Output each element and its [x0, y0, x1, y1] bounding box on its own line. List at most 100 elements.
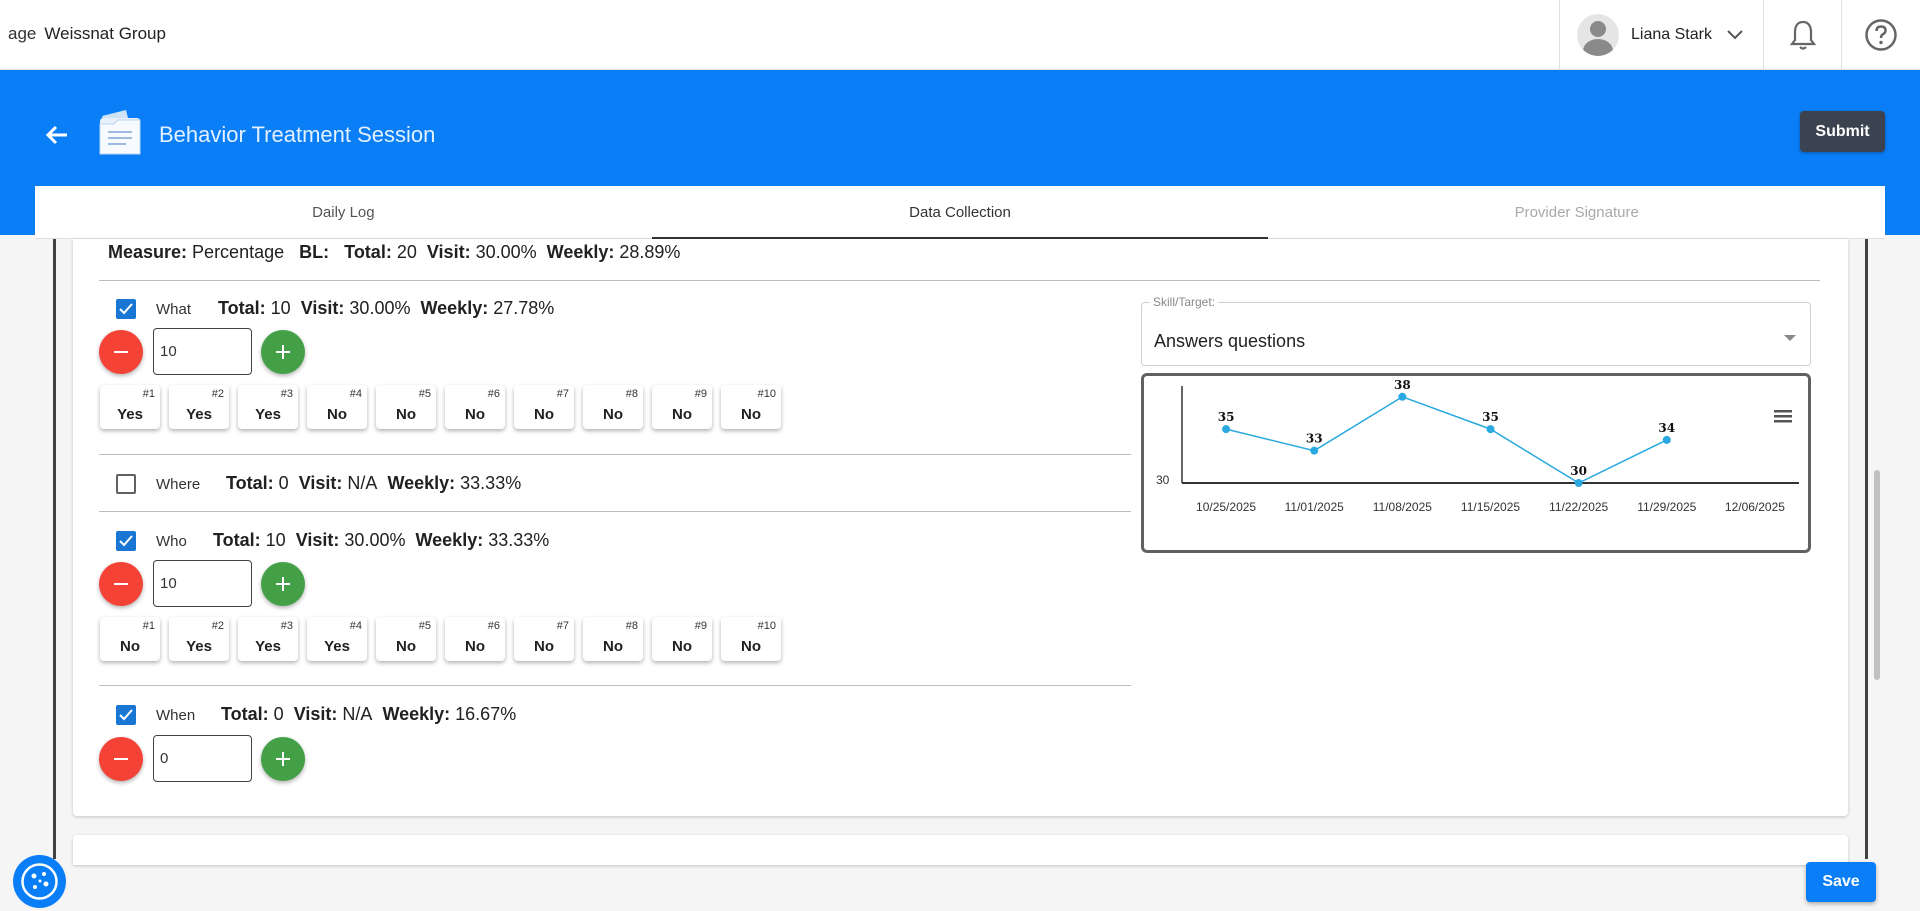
data-point: [1310, 446, 1319, 455]
count-input-who[interactable]: [153, 560, 252, 607]
x-tick-label: 11/08/2025: [1373, 500, 1432, 514]
question-label-where: Where: [156, 476, 201, 493]
data-label: 34: [1658, 421, 1675, 435]
trial-button[interactable]: #10 No: [721, 385, 781, 429]
checkbox-where[interactable]: [116, 474, 136, 494]
trial-button[interactable]: #8 No: [583, 617, 643, 661]
trial-button[interactable]: #6 No: [445, 617, 505, 661]
help-button[interactable]: [1842, 0, 1920, 70]
measure-summary: Measure: Percentage BL: Total: 20 Visit:…: [108, 242, 681, 262]
minus-icon: [114, 351, 128, 353]
check-icon: [119, 303, 133, 315]
divider: [99, 685, 1131, 686]
increment-button-when[interactable]: [261, 737, 305, 781]
chevron-down-icon: [1727, 30, 1743, 40]
check-icon: [119, 535, 133, 547]
checkbox-who[interactable]: [116, 531, 136, 551]
tab-bar: Daily Log Data Collection Provider Signa…: [35, 186, 1885, 239]
data-label: 33: [1306, 432, 1323, 446]
scrollbar[interactable]: [1874, 470, 1880, 680]
trial-button[interactable]: #9 No: [652, 617, 712, 661]
document-icon: [96, 106, 144, 161]
question-stats-who: Total: 10 Visit: 30.00% Weekly: 33.33%: [213, 530, 550, 550]
checkbox-when[interactable]: [116, 705, 136, 725]
data-point: [1398, 392, 1407, 401]
question-label-what: What: [156, 301, 192, 318]
trial-button[interactable]: #9 No: [652, 385, 712, 429]
trial-button[interactable]: #4 Yes: [307, 617, 367, 661]
trial-button[interactable]: #2 Yes: [169, 617, 229, 661]
trial-list-who: #1 No #2 Yes #3 Yes #4 Yes #5 No #6 No #7 No #8…: [100, 617, 781, 661]
data-point: [1574, 479, 1583, 487]
minus-icon: [114, 583, 128, 585]
question-label-when: When: [156, 707, 196, 724]
data-point: [1662, 435, 1671, 444]
question-label-who: Who: [156, 533, 187, 550]
save-button[interactable]: Save: [1806, 862, 1876, 902]
hamburger-menu-icon[interactable]: [1774, 410, 1792, 423]
skill-target-value: Answers questions: [1154, 331, 1306, 351]
plus-icon: [276, 752, 290, 766]
check-icon: [119, 709, 133, 721]
trial-button[interactable]: #10 No: [721, 617, 781, 661]
series-line: [1225, 395, 1668, 484]
data-label: 35: [1482, 410, 1499, 424]
cookie-icon: [21, 863, 58, 900]
top-bar: age Weissnat Group Liana Stark: [0, 0, 1920, 70]
tab-daily-log[interactable]: Daily Log: [35, 186, 652, 238]
x-tick-label: 12/06/2025: [1725, 500, 1785, 514]
next-target-card: [73, 835, 1848, 865]
skill-target-select[interactable]: Skill/Target: Answers questions: [1141, 295, 1811, 366]
decrement-button-when[interactable]: [99, 737, 143, 781]
org-logo[interactable]: age Weissnat Group: [8, 24, 166, 44]
decrement-button-who[interactable]: [99, 562, 143, 606]
trial-button[interactable]: #6 No: [445, 385, 505, 429]
trial-list-what: #1 Yes #2 Yes #3 Yes #4 No #5 No #6 No #7 No #8…: [100, 385, 781, 429]
trial-button[interactable]: #1 Yes: [100, 385, 160, 429]
avatar: [1577, 14, 1619, 56]
cookie-settings-button[interactable]: [13, 855, 66, 908]
x-tick-label: 11/15/2025: [1461, 500, 1520, 514]
checkbox-what[interactable]: [116, 299, 136, 319]
submit-button[interactable]: Submit: [1800, 111, 1885, 152]
trial-button[interactable]: #8 No: [583, 385, 643, 429]
data-label: 38: [1394, 378, 1411, 392]
trial-button[interactable]: #3 Yes: [238, 385, 298, 429]
trial-button[interactable]: #7 No: [514, 617, 574, 661]
trial-button[interactable]: #5 No: [376, 385, 436, 429]
help-icon: [1865, 19, 1897, 51]
trial-button[interactable]: #4 No: [307, 385, 367, 429]
arrow-left-icon: [45, 125, 67, 145]
data-point: [1222, 425, 1231, 434]
back-button[interactable]: [42, 120, 72, 150]
notifications-button[interactable]: [1764, 0, 1842, 70]
plus-icon: [276, 577, 290, 591]
bell-icon: [1789, 20, 1816, 50]
trial-button[interactable]: #2 Yes: [169, 385, 229, 429]
dropdown-arrow-icon: [1784, 335, 1796, 341]
decrement-button-what[interactable]: [99, 330, 143, 374]
y-tick-label: 30: [1156, 473, 1170, 487]
trial-button[interactable]: #3 Yes: [238, 617, 298, 661]
line-chart: 30 10/25/2025 11/01/2025 11/08/2025 11/15/20…: [1156, 378, 1799, 514]
count-input-what[interactable]: [153, 328, 252, 375]
trial-button[interactable]: #7 No: [514, 385, 574, 429]
divider: [99, 280, 1820, 281]
count-input-when[interactable]: [153, 735, 252, 782]
trial-button[interactable]: #5 No: [376, 617, 436, 661]
trial-button[interactable]: #1 No: [100, 617, 160, 661]
logo-alt-text: age: [8, 24, 37, 43]
question-stats-what: Total: 10 Visit: 30.00% Weekly: 27.78%: [218, 298, 555, 318]
increment-button-who[interactable]: [261, 562, 305, 606]
increment-button-what[interactable]: [261, 330, 305, 374]
org-name: Weissnat Group: [44, 24, 166, 43]
user-menu[interactable]: Liana Stark: [1559, 0, 1764, 70]
tab-data-collection[interactable]: Data Collection: [651, 186, 1269, 239]
x-tick-label: 11/29/2025: [1637, 500, 1696, 514]
question-stats-when: Total: 0 Visit: N/A Weekly: 16.67%: [221, 704, 517, 724]
plus-icon: [276, 345, 290, 359]
skill-target-label: Skill/Target:: [1150, 295, 1219, 309]
page-title: Behavior Treatment Session: [159, 122, 436, 147]
tab-provider-signature: Provider Signature: [1514, 203, 1639, 221]
divider: [99, 511, 1131, 512]
